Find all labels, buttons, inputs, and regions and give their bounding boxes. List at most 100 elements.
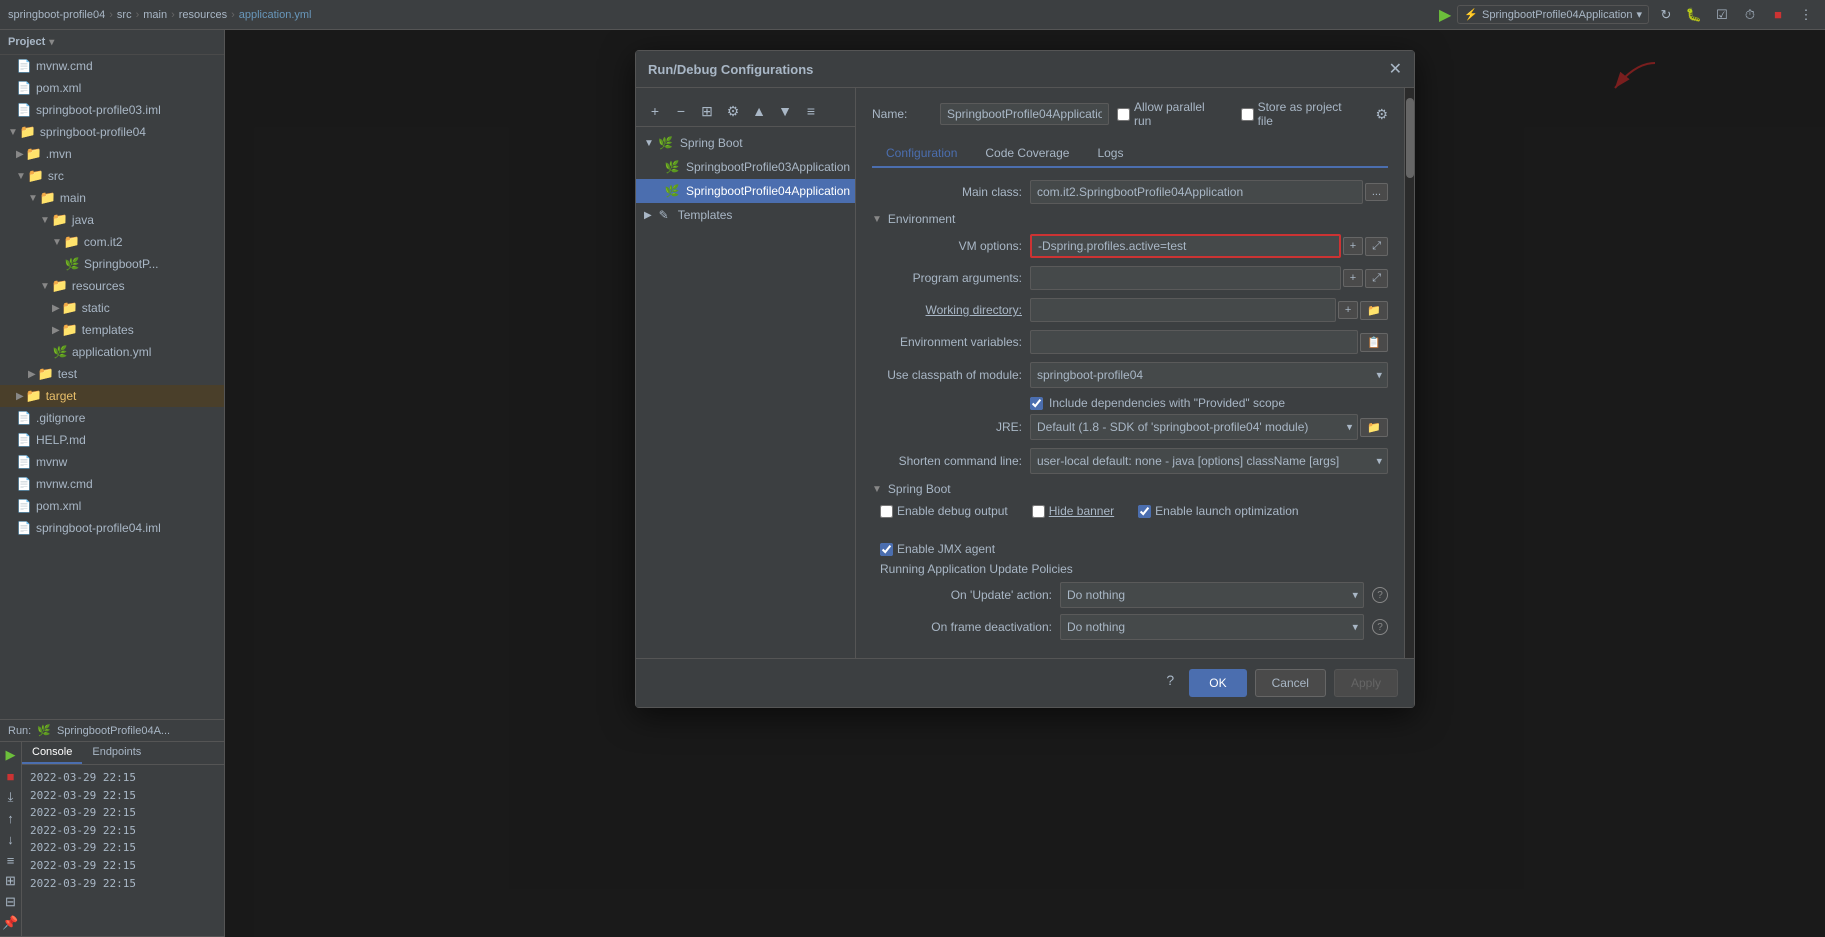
spring-boot-toggle-icon[interactable]: ▼ bbox=[872, 484, 882, 495]
vm-options-input[interactable]: -Dspring.profiles.active=test bbox=[1030, 234, 1341, 258]
list-item[interactable]: 🌿 SpringbootP... bbox=[0, 253, 224, 275]
move-down-btn[interactable]: ▼ bbox=[774, 100, 796, 122]
cancel-button[interactable]: Cancel bbox=[1255, 669, 1326, 697]
store-project-checkbox[interactable] bbox=[1241, 108, 1254, 121]
list-item[interactable]: ▼ 📁 resources bbox=[0, 275, 224, 297]
more-btn[interactable]: ⊟ bbox=[2, 893, 20, 911]
scroll-up-btn[interactable]: ↑ bbox=[2, 809, 20, 827]
working-dir-input[interactable] bbox=[1030, 298, 1336, 322]
project-file-gear-btn[interactable]: ⚙ bbox=[1375, 106, 1388, 123]
classpath-select[interactable]: springboot-profile04 bbox=[1030, 362, 1388, 388]
program-args-fullscreen-btn[interactable]: ⤢ bbox=[1365, 269, 1388, 288]
tab-configuration[interactable]: Configuration bbox=[872, 140, 971, 168]
tab-code-coverage[interactable]: Code Coverage bbox=[971, 140, 1083, 168]
list-item[interactable]: 📄 .gitignore bbox=[0, 407, 224, 429]
ok-button[interactable]: OK bbox=[1189, 669, 1246, 697]
list-item[interactable]: 📄 mvnw.cmd bbox=[0, 473, 224, 495]
list-item[interactable]: ▶ 📁 test bbox=[0, 363, 224, 385]
config-group-spring-boot[interactable]: ▼ 🌿 Spring Boot bbox=[636, 131, 855, 155]
more-actions-btn[interactable]: ⋮ bbox=[1795, 4, 1817, 26]
more-config-btn[interactable]: ≡ bbox=[800, 100, 822, 122]
list-item[interactable]: 📄 springboot-profile03.iml bbox=[0, 99, 224, 121]
refresh-btn[interactable]: ↻ bbox=[1655, 4, 1677, 26]
remove-config-btn[interactable]: − bbox=[670, 100, 692, 122]
hide-banner-checkbox[interactable] bbox=[1032, 505, 1045, 518]
run-green-btn[interactable]: ▶ bbox=[2, 746, 20, 764]
main-class-browse-btn[interactable]: ... bbox=[1365, 183, 1388, 201]
enable-debug-checkbox-label[interactable]: Enable debug output bbox=[880, 504, 1008, 518]
main-class-input[interactable] bbox=[1030, 180, 1363, 204]
working-dir-expand-btn[interactable]: + bbox=[1338, 301, 1358, 319]
dialog-scrollbar-thumb[interactable] bbox=[1406, 98, 1414, 178]
list-item[interactable]: ▶ 📁 templates bbox=[0, 319, 224, 341]
apply-button[interactable]: Apply bbox=[1334, 669, 1398, 697]
filter-btn[interactable]: ⊞ bbox=[2, 872, 20, 890]
list-item[interactable]: ▶ 📁 static bbox=[0, 297, 224, 319]
dialog-scrollbar[interactable] bbox=[1404, 88, 1414, 658]
jre-browse-btn[interactable]: 📁 bbox=[1360, 418, 1388, 437]
scroll-down-btn[interactable]: ↓ bbox=[2, 830, 20, 848]
program-args-expand-btn[interactable]: + bbox=[1343, 269, 1363, 287]
jre-select[interactable]: Default (1.8 - SDK of 'springboot-profil… bbox=[1030, 414, 1358, 440]
allow-parallel-checkbox-label[interactable]: Allow parallel run bbox=[1117, 100, 1225, 128]
enable-jmx-checkbox-label[interactable]: Enable JMX agent bbox=[880, 542, 995, 556]
include-provided-checkbox[interactable] bbox=[1030, 397, 1043, 410]
stop-btn[interactable]: ■ bbox=[1767, 4, 1789, 26]
list-item[interactable]: 📄 HELP.md bbox=[0, 429, 224, 451]
dialog-help-btn[interactable]: ? bbox=[1159, 669, 1181, 691]
on-frame-deact-select[interactable]: Do nothing Update classes and resources … bbox=[1060, 614, 1364, 640]
list-item[interactable]: 📄 mvnw.cmd bbox=[0, 55, 224, 77]
enable-launch-opt-checkbox[interactable] bbox=[1138, 505, 1151, 518]
scroll-to-end-btn[interactable]: ⤓ bbox=[2, 788, 20, 806]
endpoints-tab[interactable]: Endpoints bbox=[82, 742, 151, 764]
on-update-help-icon[interactable]: ? bbox=[1372, 587, 1388, 603]
enable-launch-opt-checkbox-label[interactable]: Enable launch optimization bbox=[1138, 504, 1298, 518]
pin-btn[interactable]: 📌 bbox=[2, 914, 20, 932]
list-item[interactable]: ▼ 📁 com.it2 bbox=[0, 231, 224, 253]
allow-parallel-checkbox[interactable] bbox=[1117, 108, 1130, 121]
vm-options-fullscreen-btn[interactable]: ⤢ bbox=[1365, 237, 1388, 256]
target-folder-item[interactable]: ▶ 📁 target bbox=[0, 385, 224, 407]
list-item[interactable]: ▼ 📁 java bbox=[0, 209, 224, 231]
hide-banner-checkbox-label[interactable]: Hide banner bbox=[1032, 504, 1114, 518]
debug-btn[interactable]: 🐛 bbox=[1683, 4, 1705, 26]
list-item[interactable]: ▼ 📁 main bbox=[0, 187, 224, 209]
env-vars-input[interactable] bbox=[1030, 330, 1358, 354]
environment-toggle-icon[interactable]: ▼ bbox=[872, 214, 882, 225]
working-dir-browse-btn[interactable]: 📁 bbox=[1360, 301, 1388, 320]
env-vars-browse-btn[interactable]: 📋 bbox=[1360, 333, 1388, 352]
config-group-templates[interactable]: ▶ ✎ Templates bbox=[636, 203, 855, 227]
config-item-profile04-selected[interactable]: 🌿 SpringbootProfile04Application bbox=[636, 179, 855, 203]
list-item[interactable]: ▼ 📁 src bbox=[0, 165, 224, 187]
run-config-dropdown[interactable]: ⚡ SpringbootProfile04Application ▾ bbox=[1457, 5, 1649, 24]
list-item[interactable]: 📄 pom.xml bbox=[0, 77, 224, 99]
run-green-icon[interactable]: ▶ bbox=[1439, 5, 1451, 25]
wrap-btn[interactable]: ≡ bbox=[2, 851, 20, 869]
stop-red-btn[interactable]: ■ bbox=[2, 767, 20, 785]
root-folder-item[interactable]: ▼ 📁 springboot-profile04 bbox=[0, 121, 224, 143]
tab-logs[interactable]: Logs bbox=[1083, 140, 1137, 168]
settings-config-btn[interactable]: ⚙ bbox=[722, 100, 744, 122]
console-tab[interactable]: Console bbox=[22, 742, 82, 764]
profile-btn[interactable]: ⏱ bbox=[1739, 4, 1761, 26]
vm-options-expand-btn[interactable]: + bbox=[1343, 237, 1363, 255]
list-item[interactable]: 📄 springboot-profile04.iml bbox=[0, 517, 224, 539]
list-item[interactable]: 📄 pom.xml bbox=[0, 495, 224, 517]
copy-config-btn[interactable]: ⊞ bbox=[696, 100, 718, 122]
application-yml-item[interactable]: 🌿 application.yml bbox=[0, 341, 224, 363]
add-config-btn[interactable]: + bbox=[644, 100, 666, 122]
list-item[interactable]: ▶ 📁 .mvn bbox=[0, 143, 224, 165]
on-update-select[interactable]: Do nothing Update classes and resources … bbox=[1060, 582, 1364, 608]
dialog-close-btn[interactable]: ✕ bbox=[1389, 59, 1402, 79]
coverage-btn[interactable]: ☑ bbox=[1711, 4, 1733, 26]
name-input[interactable] bbox=[940, 103, 1109, 125]
enable-debug-checkbox[interactable] bbox=[880, 505, 893, 518]
program-args-input[interactable] bbox=[1030, 266, 1341, 290]
shorten-cmd-select[interactable]: user-local default: none - java [options… bbox=[1030, 448, 1388, 474]
on-frame-deact-help-icon[interactable]: ? bbox=[1372, 619, 1388, 635]
enable-jmx-checkbox[interactable] bbox=[880, 543, 893, 556]
config-item-profile03[interactable]: 🌿 SpringbootProfile03Application bbox=[636, 155, 855, 179]
list-item[interactable]: 📄 mvnw bbox=[0, 451, 224, 473]
store-project-checkbox-label[interactable]: Store as project file bbox=[1241, 100, 1360, 128]
move-up-btn[interactable]: ▲ bbox=[748, 100, 770, 122]
